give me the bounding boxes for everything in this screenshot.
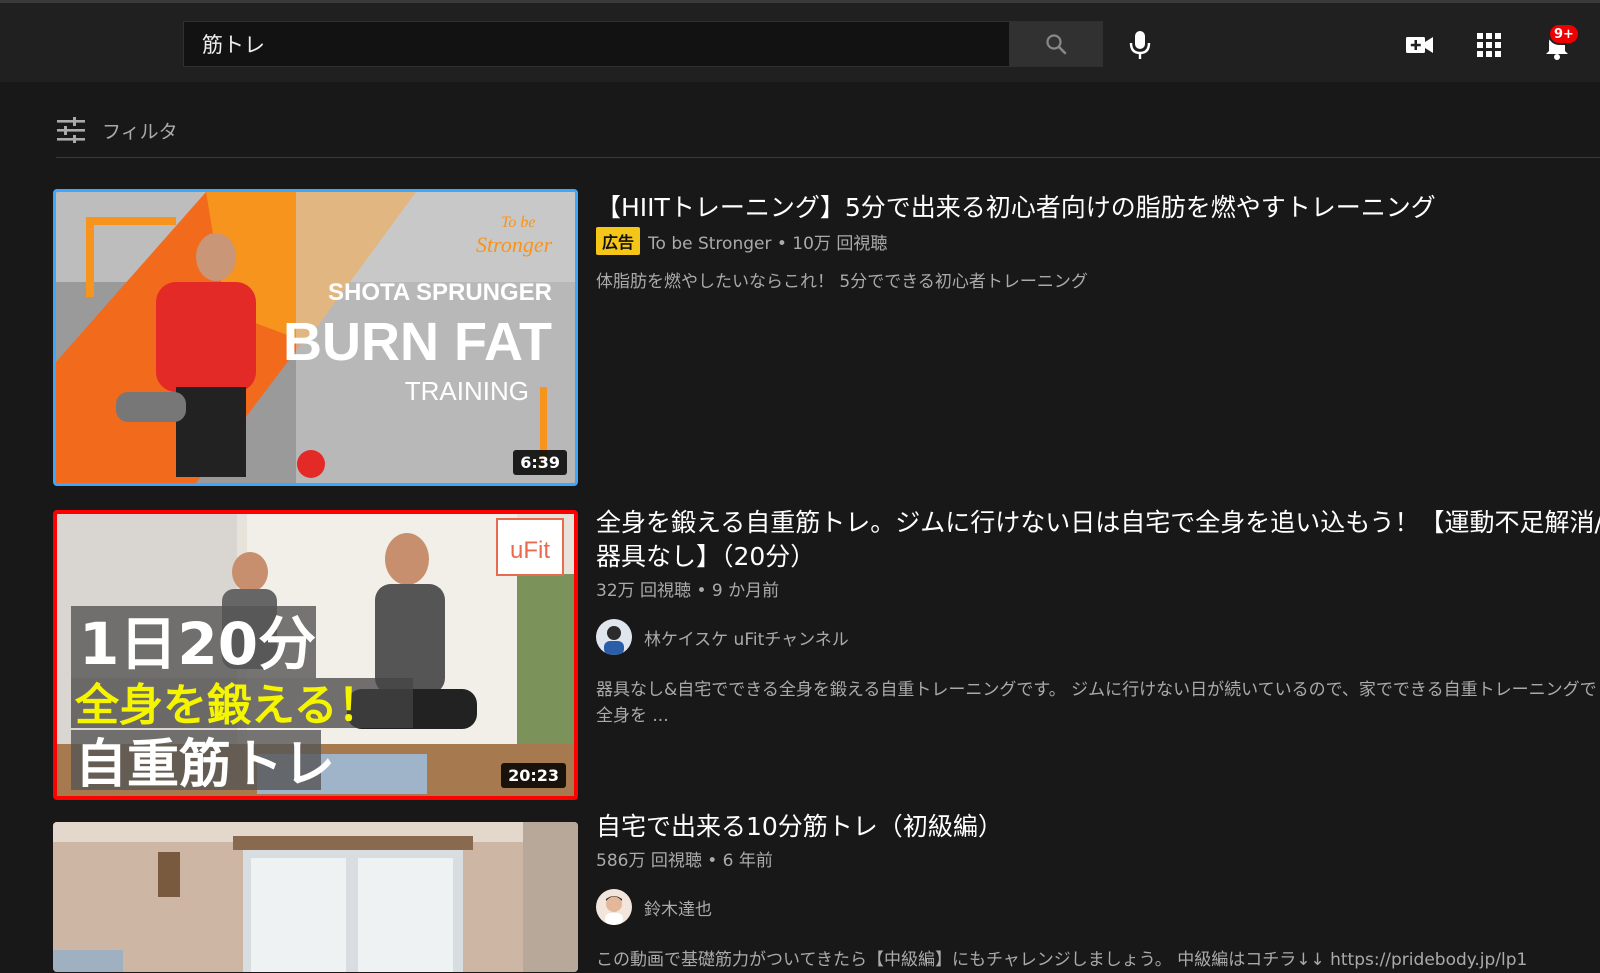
thumb-text-line2: BURN FAT [283,312,552,372]
thumb-text-line3: 自重筋トレ [75,735,335,795]
ad-badge: 広告 [596,227,641,255]
thumbnail-image: uFit 1日20分 全身を鍛える！ 自重筋トレ [57,514,574,796]
search-query: 筋トレ [202,33,265,57]
video-camera-add-icon [1406,37,1433,53]
video-info: 自宅で出来る10分筋トレ（初級編） 586万 回視聴 • 6 年前 鈴木達也 こ… [596,810,1600,973]
video-description: この動画で基礎筋力がついてきたら【中級編】にもチャレンジしましょう。 中級編はコ… [596,950,1528,970]
video-duration: 6:39 [513,450,567,475]
apps-grid-icon [1477,33,1501,57]
video-meta-text[interactable]: To be Stronger • 10万 回視聴 [648,229,887,254]
thumb-brand-text: uFit [510,537,550,564]
filter-button[interactable]: フィルタ [56,112,178,148]
top-bar: 筋トレ 9+ [0,0,1600,82]
microphone-icon [1129,31,1151,59]
video-description: 体脂肪を燃やしたいならこれ！ 5分でできる初心者トレーニング [596,272,1088,292]
filter-label: フィルタ [102,120,178,143]
thumb-text-line1: SHOTA SPRUNGER [328,279,552,306]
search-button[interactable] [1009,21,1103,67]
voice-search-button[interactable] [1120,25,1160,65]
video-meta: 32万 回視聴 • 9 か月前 [596,576,1600,601]
video-thumbnail[interactable]: uFit 1日20分 全身を鍛える！ 自重筋トレ 20:23 [53,510,578,800]
thumbnail-image: Stronger To be SHOTA SPRUNGER BURN FAT T… [56,192,575,483]
channel-name[interactable]: 鈴木達也 [644,895,712,920]
channel-avatar[interactable] [596,619,632,655]
thumb-text-line2: 全身を鍛える！ [74,680,382,731]
filter-divider [56,157,1600,158]
video-meta: 広告 To be Stronger • 10万 回視聴 [596,227,1596,255]
video-meta-text: 586万 回視聴 • 6 年前 [596,851,773,871]
search-icon [1046,34,1067,55]
video-info: 全身を鍛える自重筋トレ。ジムに行けない日は自宅で全身を追い込もう！【運動不足解消… [596,506,1600,729]
channel-name[interactable]: 林ケイスケ uFitチャンネル [644,625,849,650]
notification-badge: 9+ [1548,23,1580,45]
video-meta-text: 32万 回視聴 • 9 か月前 [596,581,780,601]
video-meta: 586万 回視聴 • 6 年前 [596,846,1600,871]
video-thumbnail[interactable] [53,822,578,972]
video-description: 器具なし&自宅でできる全身を鍛える自重トレーニングです。 ジムに行けない日が続い… [596,680,1597,726]
thumb-brand-text: Stronger [476,232,553,257]
sliders-icon [57,117,85,143]
create-video-button[interactable] [1400,25,1440,65]
video-duration: 20:23 [501,763,566,788]
thumb-text-line1: 1日20分 [79,610,316,678]
video-title[interactable]: 【HIITトレーニング】5分で出来る初心者向けの脂肪を燃やすトレーニング [596,191,1596,225]
thumbnail-image [53,822,578,972]
channel-avatar[interactable] [596,889,632,925]
thumb-text-line3: TRAINING [405,376,529,406]
thumb-brand-text-top: To be [501,214,536,231]
video-title[interactable]: 全身を鍛える自重筋トレ。ジムに行けない日は自宅で全身を追い込もう！【運動不足解消… [596,506,1600,574]
channel-link[interactable]: 林ケイスケ uFitチャンネル [596,619,1600,655]
search-input[interactable]: 筋トレ [183,21,1009,67]
apps-button[interactable] [1469,25,1509,65]
channel-link[interactable]: 鈴木達也 [596,889,1600,925]
video-title[interactable]: 自宅で出来る10分筋トレ（初級編） [596,810,1600,844]
video-thumbnail[interactable]: Stronger To be SHOTA SPRUNGER BURN FAT T… [53,189,578,486]
video-info: 【HIITトレーニング】5分で出来る初心者向けの脂肪を燃やすトレーニング 広告 … [596,191,1596,295]
